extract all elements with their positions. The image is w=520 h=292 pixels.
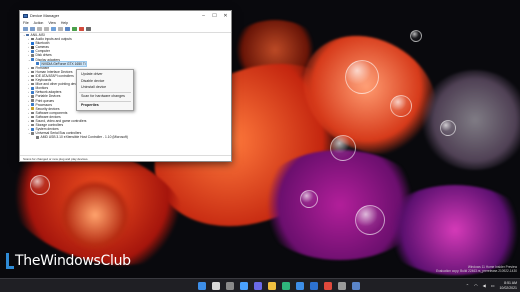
watermark-line2: Evaluation copy. Build 22463.rs_prerelea… [436, 269, 517, 273]
back-icon[interactable] [23, 27, 28, 31]
device-icon [31, 54, 34, 57]
wallpaper-bubble [345, 60, 379, 94]
file-explorer-icon[interactable] [268, 282, 276, 290]
store-icon[interactable] [296, 282, 304, 290]
widgets-icon[interactable] [240, 282, 248, 290]
maximize-button[interactable]: ☐ [209, 11, 220, 20]
window-title: Device Manager [30, 13, 60, 18]
device-icon [31, 66, 34, 70]
device-icon [36, 62, 39, 65]
disable-icon[interactable] [86, 27, 91, 31]
device-icon [31, 70, 34, 74]
wallpaper-bubble [440, 120, 456, 136]
context-menu: Update driver Disable device Uninstall d… [76, 69, 134, 111]
clock[interactable]: 8:51 AM 10/02/2021 [499, 281, 517, 290]
wallpaper-bubble [410, 30, 422, 42]
chat-icon[interactable] [254, 282, 262, 290]
taskbar: ⌃ ◠ ◀ ▭ 8:51 AM 10/02/2021 [0, 278, 520, 292]
device-icon [31, 95, 34, 98]
scan-hardware-menu-item[interactable]: Scan for hardware changes [77, 93, 133, 100]
task-view-icon[interactable] [226, 282, 234, 290]
device-icon [31, 111, 34, 115]
brand-logo: TheWindowsClub [6, 249, 131, 273]
menu-separator [79, 100, 131, 101]
device-icon [31, 107, 34, 111]
grid-icon[interactable] [58, 27, 63, 31]
device-icon [31, 86, 34, 90]
menu-separator [79, 91, 131, 92]
tree-node[interactable]: AMD USB 3.10 eXtensible Host Controller … [23, 135, 231, 139]
menu-action[interactable]: Action [34, 21, 44, 25]
build-watermark: Windows 11 Home Insider Preview Evaluati… [436, 265, 517, 273]
status-bar: Scans for changed or new plug and play d… [20, 155, 231, 161]
toolbar [20, 26, 231, 33]
help-icon[interactable] [51, 27, 56, 31]
device-icon [31, 82, 34, 86]
minimize-button[interactable]: – [198, 11, 209, 20]
system-tray: ⌃ ◠ ◀ ▭ 8:51 AM 10/02/2021 [466, 281, 517, 290]
uninstall-device-menu-item[interactable]: Uninstall device [77, 84, 133, 91]
menu-view[interactable]: View [48, 21, 56, 25]
device-icon [31, 127, 34, 131]
device-icon [31, 99, 34, 102]
forward-icon[interactable] [30, 27, 35, 31]
device-icon [26, 33, 29, 37]
brand-text: TheWindowsClub [15, 253, 131, 269]
device-icon [31, 103, 34, 106]
wallpaper-shape [420, 70, 520, 170]
properties-icon[interactable] [44, 27, 49, 31]
device-icon [31, 91, 34, 94]
wifi-icon[interactable]: ◠ [474, 283, 478, 288]
close-button[interactable]: ✕ [220, 11, 231, 20]
menu-help[interactable]: Help [61, 21, 68, 25]
device-icon [31, 78, 34, 82]
device-icon [31, 37, 34, 41]
chevron-up-icon[interactable]: ⌃ [466, 283, 469, 288]
device-icon [31, 132, 34, 135]
start-icon[interactable] [198, 282, 206, 290]
mail-icon[interactable] [310, 282, 318, 290]
device-icon [31, 50, 34, 53]
volume-icon[interactable]: ◀ [483, 283, 486, 288]
wallpaper-bubble [30, 175, 50, 195]
taskbar-pinned-apps [198, 282, 360, 290]
chrome-icon[interactable] [324, 282, 332, 290]
device-manager-app-icon [23, 13, 28, 18]
properties-menu-item[interactable]: Properties [77, 102, 133, 109]
settings-icon[interactable] [338, 282, 346, 290]
update-driver-icon[interactable] [72, 27, 77, 31]
search-icon[interactable] [212, 282, 220, 290]
device-icon [31, 119, 34, 123]
device-icon [31, 74, 34, 78]
wallpaper-shape [60, 180, 130, 250]
wallpaper-shape [380, 185, 520, 275]
device-manager-icon[interactable] [352, 282, 360, 290]
device-icon [31, 58, 34, 61]
uninstall-icon[interactable] [79, 27, 84, 31]
wallpaper-bubble [390, 95, 412, 117]
device-icon [31, 41, 34, 45]
wallpaper-bubble [300, 190, 318, 208]
tree-node-label: AMD USB 3.10 eXtensible Host Controller … [40, 135, 128, 140]
clock-date: 10/02/2021 [499, 285, 517, 290]
scan-hardware-icon[interactable] [65, 27, 70, 31]
device-icon [36, 136, 39, 139]
wallpaper-bubble [330, 135, 356, 161]
wallpaper-bubble [355, 205, 385, 235]
edge-icon[interactable] [282, 282, 290, 290]
title-bar[interactable]: Device Manager – ☐ ✕ [20, 11, 231, 20]
device-icon [31, 123, 34, 127]
device-icon [31, 46, 34, 49]
device-icon [31, 115, 34, 119]
brand-mark-icon [6, 253, 14, 269]
menu-file[interactable]: File [23, 21, 29, 25]
view-icon[interactable] [37, 27, 42, 31]
battery-icon[interactable]: ▭ [491, 283, 495, 288]
